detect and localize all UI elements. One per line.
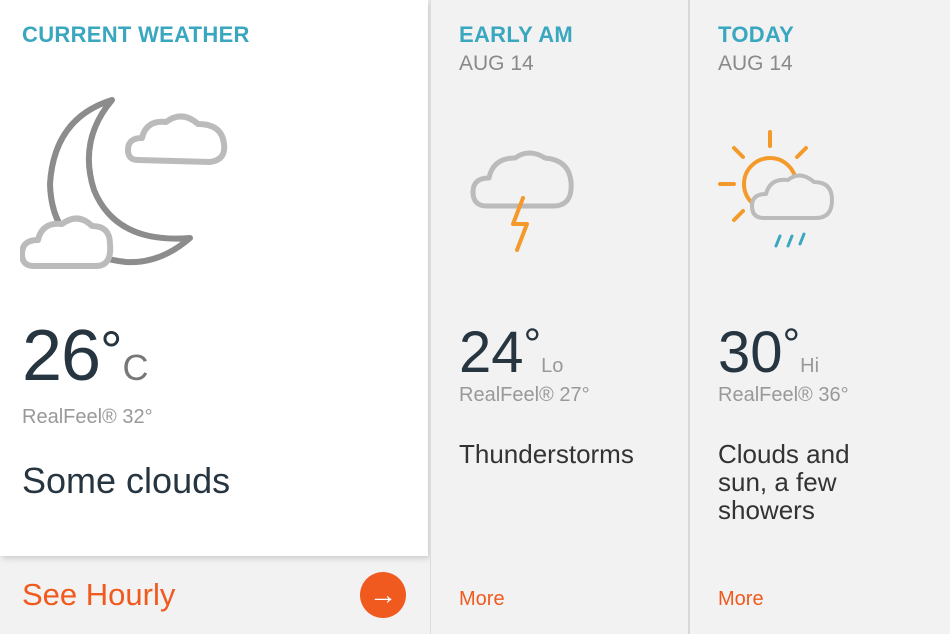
early-am-panel: EARLY AM AUG 14 24°Lo RealFeel® 27° Thun… [430,0,688,634]
today-temp-value: 30 [718,320,783,385]
today-degree-symbol: ° [782,320,801,369]
early-am-realfeel: RealFeel® 27° [459,384,590,406]
early-am-lo-label: Lo [541,355,564,377]
current-weather-panel: CURRENT WEATHER 26°C RealFeel® 32° Some … [0,0,428,634]
see-hourly-button[interactable]: See Hourly → [0,556,428,634]
current-degree-symbol: ° [100,319,123,382]
today-date: AUG 14 [718,52,793,75]
current-phrase: Some clouds [22,460,231,501]
today-hi-label: Hi [800,355,820,377]
today-temperature: 30°Hi [718,320,820,382]
sun-clouds-showers-icon [718,130,834,248]
early-am-temp-value: 24 [459,320,524,385]
early-am-degree-symbol: ° [523,320,542,369]
today-panel: TODAY AUG 14 30°Hi RealFeel® 36° Clouds … [688,0,950,634]
early-am-more-link[interactable]: More [459,588,505,611]
current-temperature: 26°C [22,319,149,392]
see-hourly-label: See Hourly [22,577,176,612]
today-more-link[interactable]: More [718,588,764,611]
early-am-date: AUG 14 [459,52,534,75]
moon-clouds-icon [20,97,228,269]
current-weather-card: CURRENT WEATHER 26°C RealFeel® 32° Some … [0,0,428,556]
early-am-heading: EARLY AM [459,22,574,47]
current-temp-unit: C [122,347,149,388]
current-realfeel: RealFeel® 32° [22,406,153,428]
early-am-temperature: 24°Lo [459,320,564,382]
early-am-phrase: Thunderstorms [459,439,634,469]
arrow-right-icon[interactable]: → [360,572,406,618]
today-heading: TODAY [718,22,795,47]
current-temp-value: 26 [22,316,101,396]
current-weather-heading: CURRENT WEATHER [22,22,250,47]
today-phrase: Clouds and sun, a few showers [718,439,850,525]
today-realfeel: RealFeel® 36° [718,384,849,406]
thunderstorm-icon [470,150,574,252]
